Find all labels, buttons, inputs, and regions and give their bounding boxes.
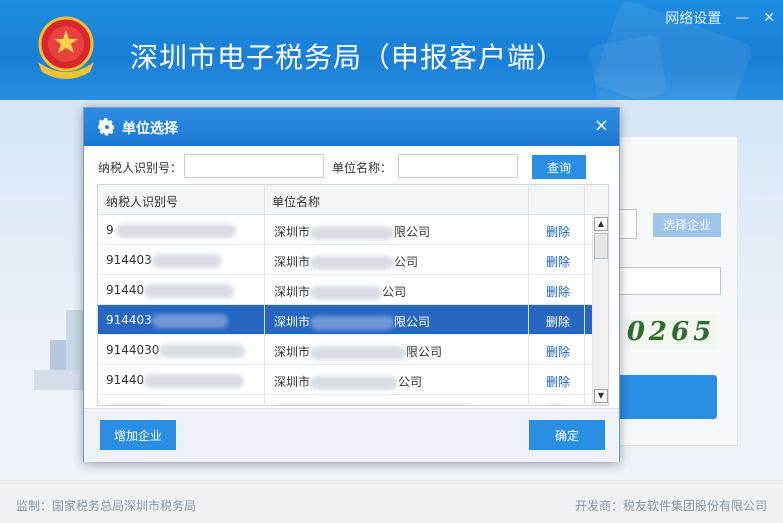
taxpayer-id-cell: 91440 <box>106 373 245 388</box>
unit-name-cell <box>274 403 474 405</box>
dialog-footer: 增加企业 确定 <box>84 408 619 462</box>
add-enterprise-button[interactable]: 增加企业 <box>100 420 176 450</box>
delete-link[interactable]: 删除 <box>546 373 570 390</box>
app-footer: 监制：国家税务总局深圳市税务局 开发商：税友软件集团股份有限公司 <box>0 480 783 523</box>
column-header-taxpayer-id: 纳税人识别号 <box>106 195 179 209</box>
scroll-up-arrow-icon[interactable]: ▲ <box>594 217 608 231</box>
delete-link[interactable] <box>546 403 566 405</box>
table-row[interactable]: 9 深圳市 限公司 删除 <box>98 215 594 245</box>
app-header: 深圳市电子税务局（申报客户端） 网络设置 — ✕ <box>0 0 783 100</box>
confirm-button[interactable]: 确定 <box>529 420 605 450</box>
gear-icon <box>98 118 115 136</box>
network-settings-link[interactable]: 网络设置 <box>665 8 721 28</box>
table-row[interactable] <box>98 395 594 405</box>
table-row[interactable]: 91440 深圳市 公司 删除 <box>98 365 594 395</box>
unit-name-cell: 深圳市 限公司 <box>274 225 431 240</box>
query-button[interactable]: 查询 <box>532 155 586 179</box>
column-header-unit-name: 单位名称 <box>272 195 321 209</box>
delete-link[interactable]: 删除 <box>546 223 570 240</box>
delete-link[interactable]: 删除 <box>546 313 570 330</box>
dialog-close-button[interactable]: × <box>594 117 609 135</box>
minimize-button[interactable]: — <box>735 10 749 26</box>
city-illustration <box>34 310 84 390</box>
tax-emblem-icon <box>38 16 94 79</box>
taxpayer-id-label: 纳税人识别号： <box>98 161 183 175</box>
unit-name-cell: 深圳市 限公司 <box>274 315 431 330</box>
header-decoration <box>588 34 668 100</box>
table-row[interactable]: 9144030 深圳市 限公司 删除 <box>98 335 594 365</box>
unit-name-label: 单位名称： <box>332 161 393 175</box>
taxpayer-id-cell: 914403 <box>106 313 228 328</box>
unit-table: 纳税人识别号 单位名称 9 深圳市 限公司 删除 914403 深圳市 公司 删除 … <box>97 184 609 406</box>
column-divider <box>528 185 529 405</box>
supervisor-text: 监制：国家税务总局深圳市税务局 <box>16 499 197 513</box>
unit-name-cell: 深圳市 公司 <box>274 285 407 300</box>
scroll-thumb[interactable] <box>594 233 608 259</box>
unit-select-dialog: 单位选择 × 纳税人识别号： 单位名称： 查询 纳税人识别号 单位名称 9 深圳… <box>83 107 620 462</box>
captcha-image[interactable]: 0265 <box>623 315 719 349</box>
taxpayer-id-cell <box>106 403 166 405</box>
taxpayer-id-cell: 914403 <box>106 253 222 268</box>
unit-name-cell: 深圳市 限公司 <box>274 345 443 360</box>
table-row-selected[interactable]: 914403 深圳市 限公司 删除 <box>98 305 594 335</box>
scroll-down-arrow-icon[interactable]: ▼ <box>594 389 608 403</box>
login-button[interactable] <box>613 375 717 419</box>
table-header: 纳税人识别号 单位名称 <box>98 185 608 215</box>
column-divider <box>584 185 585 405</box>
table-scrollbar[interactable]: ▲ ▼ <box>592 215 608 405</box>
taxpayer-id-cell: 9144030 <box>106 343 246 358</box>
delete-link[interactable]: 删除 <box>546 283 570 300</box>
delete-link[interactable]: 删除 <box>546 253 570 270</box>
delete-link[interactable]: 删除 <box>546 343 570 360</box>
table-row[interactable]: 91440 深圳市 公司 删除 <box>98 275 594 305</box>
dialog-titlebar[interactable]: 单位选择 × <box>84 108 619 146</box>
unit-name-cell: 深圳市 公司 <box>274 255 419 270</box>
taxpayer-id-cell: 91440 <box>106 283 235 298</box>
unit-name-cell: 深圳市 公司 <box>274 375 423 390</box>
taxpayer-id-cell: 9 <box>106 223 236 238</box>
search-row: 纳税人识别号： 单位名称： 查询 <box>98 154 608 180</box>
developer-text: 开发商：税友软件集团股份有限公司 <box>574 499 767 513</box>
table-row[interactable]: 914403 深圳市 公司 删除 <box>98 245 594 275</box>
dialog-title: 单位选择 <box>122 121 178 137</box>
app-title: 深圳市电子税务局（申报客户端） <box>130 41 566 74</box>
taxpayer-id-input[interactable] <box>184 154 324 178</box>
select-enterprise-button[interactable]: 选择企业 <box>653 213 721 237</box>
login-panel: 选择企业 0265 <box>600 136 738 446</box>
window-close-button[interactable]: ✕ <box>763 10 775 26</box>
unit-name-input[interactable] <box>398 154 518 178</box>
column-divider <box>264 185 265 405</box>
window-controls: 网络设置 — ✕ <box>665 8 775 28</box>
password-field[interactable] <box>613 267 721 295</box>
